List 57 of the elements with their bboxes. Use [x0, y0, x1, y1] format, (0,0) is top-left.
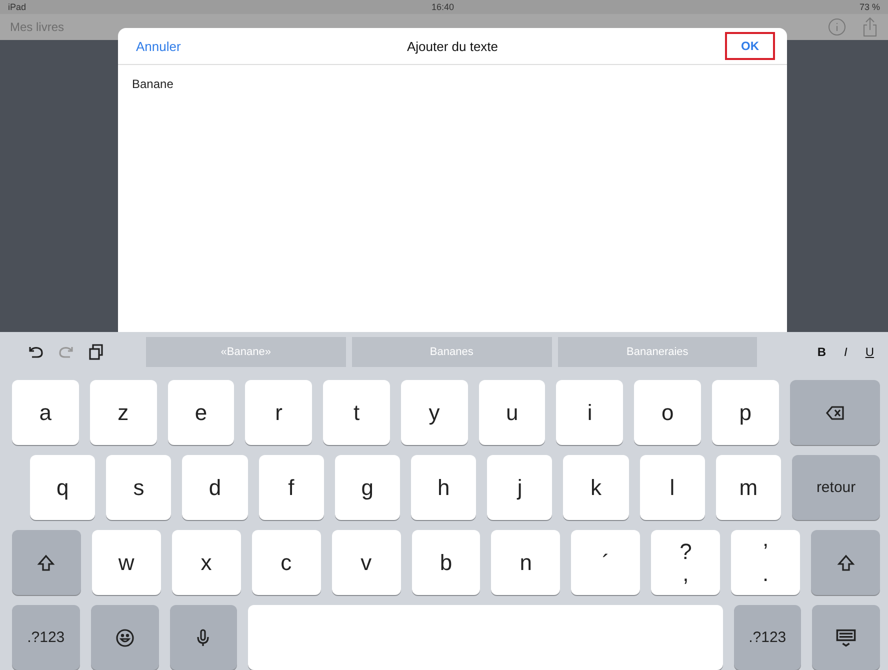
key[interactable]: c — [252, 530, 321, 595]
key[interactable]: l — [640, 455, 705, 520]
key[interactable]: ’ . — [731, 530, 800, 595]
text-area[interactable]: Banane — [118, 65, 787, 103]
format-button[interactable]: U — [865, 345, 874, 359]
numbers-key[interactable]: .?123 — [734, 605, 802, 670]
clock: 16:40 — [431, 2, 454, 12]
key[interactable]: m — [716, 455, 782, 520]
key[interactable]: b — [412, 530, 480, 595]
key[interactable]: z — [90, 380, 157, 445]
key[interactable]: h — [411, 455, 476, 520]
key[interactable]: q — [30, 455, 96, 520]
smiley-icon — [114, 628, 135, 648]
shift-key[interactable] — [12, 530, 81, 595]
key[interactable]: p — [712, 380, 779, 445]
emoji-key[interactable] — [90, 605, 158, 670]
key[interactable]: u — [478, 380, 546, 445]
key[interactable]: v — [332, 530, 401, 595]
key[interactable]: n — [491, 530, 560, 595]
key[interactable]: x — [172, 530, 241, 595]
space-bar[interactable] — [248, 605, 722, 670]
cancel-button[interactable]: Annuler — [136, 38, 181, 54]
share-icon[interactable] — [862, 17, 878, 37]
shift-key[interactable] — [811, 530, 880, 595]
key[interactable]: r — [245, 380, 312, 445]
copy-icon — [86, 342, 106, 362]
shift-icon — [36, 552, 56, 572]
info-icon[interactable] — [828, 18, 846, 36]
key[interactable]: f — [258, 455, 324, 520]
format-button[interactable]: I — [844, 345, 848, 359]
shift-icon — [836, 552, 856, 572]
key[interactable]: o — [634, 380, 702, 445]
key[interactable]: ? , — [651, 530, 720, 595]
key[interactable]: d — [182, 455, 248, 520]
key[interactable]: y — [400, 380, 468, 445]
key[interactable]: ´ — [571, 530, 640, 595]
key[interactable]: e — [168, 380, 234, 445]
key[interactable]: g — [334, 455, 400, 520]
paste-button[interactable] — [86, 342, 106, 362]
microphone-key[interactable] — [170, 605, 238, 670]
key[interactable]: s — [106, 455, 172, 520]
delete-key[interactable] — [790, 380, 880, 445]
carrier-label: iPad — [8, 2, 26, 12]
key[interactable]: a — [12, 380, 79, 445]
hide-keyboard-key[interactable] — [812, 605, 880, 670]
key[interactable]: k — [563, 455, 629, 520]
numbers-key[interactable]: .?123 — [12, 605, 80, 670]
return-key[interactable]: retour — [792, 455, 880, 520]
ok-button[interactable]: OK — [725, 32, 775, 60]
key[interactable]: j — [487, 455, 552, 520]
battery-label: 73 % — [859, 2, 880, 12]
format-button[interactable]: B — [817, 345, 826, 359]
keyboard-icon — [834, 626, 858, 648]
dialog-title: Ajouter du texte — [406, 38, 498, 54]
key[interactable]: t — [323, 380, 390, 445]
key[interactable]: i — [556, 380, 624, 445]
key[interactable]: w — [92, 530, 161, 595]
